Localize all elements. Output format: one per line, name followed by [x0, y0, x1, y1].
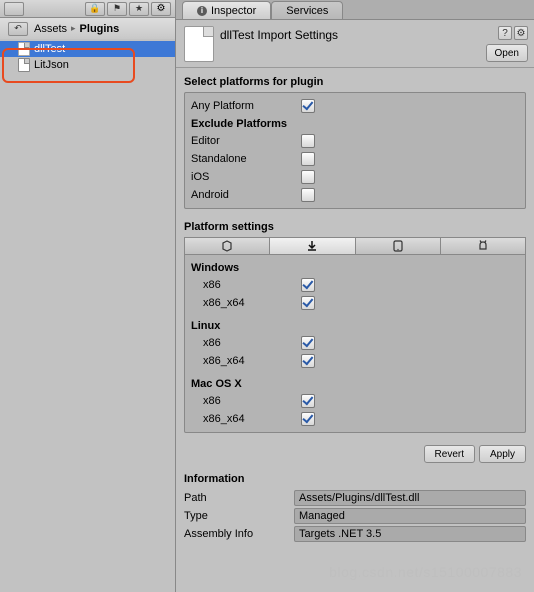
open-button[interactable]: Open [486, 44, 528, 62]
asset-tree: dllTest LitJson [0, 39, 175, 592]
tree-item-dlltest[interactable]: dllTest [0, 41, 175, 57]
tree-item-label: LitJson [34, 59, 69, 71]
breadcrumb-current[interactable]: Plugins [80, 23, 120, 35]
file-icon [18, 42, 30, 56]
info-icon: i [197, 6, 207, 16]
inspector-header: dllTest Import Settings ? ⚙ Open [176, 20, 534, 68]
inspector-panel: i Inspector Services dllTest Import Sett… [176, 0, 534, 592]
history-back-icon[interactable]: ↶ [8, 22, 28, 36]
action-buttons: Revert Apply [184, 445, 526, 463]
row-label: x86_x64 [191, 413, 301, 425]
tree-item-litjson[interactable]: LitJson [0, 57, 175, 73]
section-information-title: Information [184, 473, 526, 485]
checkbox-linux-x86-64[interactable] [301, 354, 315, 368]
group-windows-title: Windows [191, 262, 519, 274]
row-label: Android [191, 189, 301, 201]
help-icon[interactable]: ? [498, 26, 512, 40]
info-label: Type [184, 510, 294, 522]
tab-inspector[interactable]: i Inspector [182, 1, 271, 19]
info-label: Assembly Info [184, 528, 294, 540]
platform-tab-android[interactable] [441, 237, 526, 255]
panel-tabs: i Inspector Services [176, 0, 534, 20]
info-row-assembly: Assembly Info Targets .NET 3.5 [184, 525, 526, 543]
inspector-body: Select platforms for plugin Any Platform… [176, 68, 534, 592]
chevron-right-icon: ▸ [71, 23, 76, 34]
info-value-type: Managed [294, 508, 526, 524]
asset-file-icon [184, 26, 214, 62]
row-label: x86_x64 [191, 355, 301, 367]
platform-tab-unity[interactable] [184, 237, 270, 255]
project-header: ↶ Assets ▸ Plugins [0, 18, 175, 39]
checkbox-standalone[interactable] [301, 152, 315, 166]
row-label: x86 [191, 395, 301, 407]
tab-label: Inspector [211, 5, 256, 17]
platform-settings-panel: Windows x86 x86_x64 Linux x86 x86_x64 Ma… [184, 255, 526, 433]
group-linux-title: Linux [191, 320, 519, 332]
row-android: Android [191, 186, 519, 204]
gear-icon[interactable]: ⚙ [514, 26, 528, 40]
favorite-icon[interactable]: ★ [129, 2, 149, 16]
lock-icon[interactable]: 🔒 [85, 2, 105, 16]
info-label: Path [184, 492, 294, 504]
checkbox-mac-x86-64[interactable] [301, 412, 315, 426]
revert-button[interactable]: Revert [424, 445, 475, 463]
row-editor: Editor [191, 132, 519, 150]
section-platform-settings-title: Platform settings [184, 221, 526, 233]
select-platforms-panel: Any Platform Exclude Platforms Editor St… [184, 92, 526, 209]
row-label: x86_x64 [191, 297, 301, 309]
row-ios: iOS [191, 168, 519, 186]
apply-button[interactable]: Apply [479, 445, 526, 463]
create-button[interactable] [4, 2, 24, 16]
row-label: x86 [191, 279, 301, 291]
exclude-platforms-title: Exclude Platforms [191, 118, 519, 130]
row-standalone: Standalone [191, 150, 519, 168]
checkbox-linux-x86[interactable] [301, 336, 315, 350]
checkbox-win-x86-64[interactable] [301, 296, 315, 310]
checkbox-mac-x86[interactable] [301, 394, 315, 408]
options-icon[interactable]: ⚙ [151, 2, 171, 16]
checkbox-win-x86[interactable] [301, 278, 315, 292]
tree-item-label: dllTest [34, 43, 65, 55]
checkbox-editor[interactable] [301, 134, 315, 148]
checkbox-any-platform[interactable] [301, 99, 315, 113]
row-label: iOS [191, 171, 301, 183]
platform-tab-ios[interactable] [356, 237, 441, 255]
project-panel: 🔒 ⚑ ★ ⚙ ↶ Assets ▸ Plugins dllTest LitJs… [0, 0, 176, 592]
platform-tabs [184, 237, 526, 255]
tab-label: Services [286, 5, 328, 17]
platform-tab-standalone[interactable] [270, 237, 355, 255]
info-row-type: Type Managed [184, 507, 526, 525]
row-label: Standalone [191, 153, 301, 165]
project-toolbar: 🔒 ⚑ ★ ⚙ [0, 0, 175, 18]
checkbox-android[interactable] [301, 188, 315, 202]
checkbox-ios[interactable] [301, 170, 315, 184]
row-any-platform: Any Platform [191, 97, 519, 115]
file-icon [18, 58, 30, 72]
info-value-path: Assets/Plugins/dllTest.dll [294, 490, 526, 506]
info-value-assembly: Targets .NET 3.5 [294, 526, 526, 542]
section-select-platforms-title: Select platforms for plugin [184, 76, 526, 88]
inspector-title: dllTest Import Settings [220, 26, 338, 42]
row-label: Any Platform [191, 100, 301, 112]
tag-icon[interactable]: ⚑ [107, 2, 127, 16]
group-macosx-title: Mac OS X [191, 378, 519, 390]
breadcrumb[interactable]: Assets ▸ Plugins [34, 23, 119, 35]
breadcrumb-root[interactable]: Assets [34, 23, 67, 35]
row-label: Editor [191, 135, 301, 147]
info-row-path: Path Assets/Plugins/dllTest.dll [184, 489, 526, 507]
tab-services[interactable]: Services [271, 1, 343, 19]
row-label: x86 [191, 337, 301, 349]
